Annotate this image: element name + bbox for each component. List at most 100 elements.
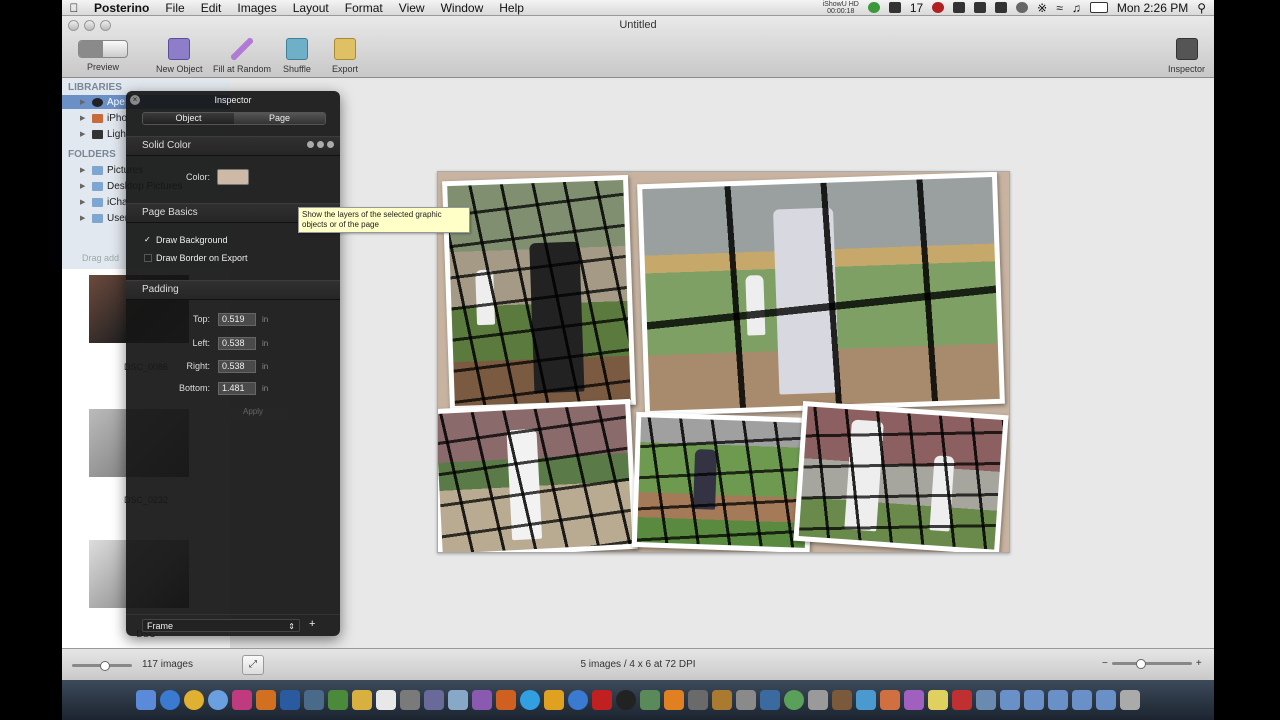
finder-icon[interactable] [136, 690, 156, 710]
libraries-header[interactable]: LIBRARIES [68, 82, 122, 93]
folder-icon[interactable] [1072, 690, 1092, 710]
new-object-button[interactable]: New Object [156, 38, 203, 74]
padding-bottom-field[interactable]: 1.481 [218, 382, 256, 395]
volume-icon[interactable]: ♫ [1072, 1, 1081, 15]
settings-icon[interactable] [327, 141, 334, 148]
dropbox-icon[interactable] [974, 2, 987, 13]
tab-page[interactable]: Page [234, 113, 325, 124]
pro-app-icon[interactable] [424, 690, 444, 710]
apple-menu-icon[interactable]:  [62, 1, 86, 15]
menu-images[interactable]: Images [229, 1, 284, 15]
photo-frame[interactable] [637, 172, 1005, 417]
photo-frame[interactable] [438, 398, 638, 552]
disclosure-icon[interactable]: ▶ [80, 98, 88, 106]
utility-icon[interactable] [736, 690, 756, 710]
battery-icon[interactable] [1089, 2, 1108, 13]
iphoto-icon[interactable] [640, 690, 660, 710]
add-layer-button[interactable]: + [309, 618, 315, 630]
color-well[interactable] [217, 169, 249, 185]
app-icon[interactable] [880, 690, 900, 710]
sidebar-item-iphoto[interactable]: ▶ iPho [80, 111, 127, 125]
imovie-icon[interactable] [688, 690, 708, 710]
record-status-icon[interactable] [867, 2, 880, 13]
folder-icon[interactable] [1048, 690, 1068, 710]
extension-icon[interactable] [953, 2, 966, 13]
app-icon[interactable] [832, 690, 852, 710]
padding-group[interactable]: Padding [126, 280, 340, 300]
tab-object[interactable]: Object [143, 113, 234, 124]
disclosure-icon[interactable]: ▶ [80, 130, 88, 138]
app-icon[interactable] [856, 690, 876, 710]
ishowu-status[interactable]: iShowU HD 00:00:18 [823, 1, 859, 15]
inspector-button[interactable]: Inspector [1168, 38, 1205, 74]
padding-top-field[interactable]: 0.519 [218, 313, 256, 326]
preview-button[interactable]: Preview [78, 38, 128, 72]
filezilla-icon[interactable] [592, 690, 612, 710]
preview-app-icon[interactable] [448, 690, 468, 710]
frame-popup[interactable]: Frame ⇕ [142, 619, 300, 632]
badge-count[interactable]: 17 [910, 1, 923, 15]
menu-format[interactable]: Format [337, 1, 391, 15]
app-status-icon[interactable] [932, 2, 945, 13]
photoshop-icon[interactable] [280, 690, 300, 710]
menu-file[interactable]: File [157, 1, 192, 15]
scripts-icon[interactable] [352, 690, 372, 710]
menu-app[interactable]: Posterino [86, 1, 157, 15]
padding-left-field[interactable]: 0.538 [218, 337, 256, 350]
display-icon[interactable] [995, 2, 1008, 13]
itunes-icon[interactable] [568, 690, 588, 710]
chrome-icon[interactable] [184, 690, 204, 710]
plus-icon[interactable] [317, 141, 324, 148]
menu-help[interactable]: Help [491, 1, 532, 15]
disclosure-icon[interactable]: ▶ [80, 198, 88, 206]
app-icon[interactable] [472, 690, 492, 710]
sidebar-item-ichat[interactable]: ▶ iCha [80, 195, 128, 209]
menu-window[interactable]: Window [433, 1, 492, 15]
sidebar-item-lightroom[interactable]: ▶ Ligh [80, 127, 126, 141]
vlc-icon[interactable] [664, 690, 684, 710]
app-icon[interactable] [760, 690, 780, 710]
clock[interactable]: Mon 2:26 PM [1117, 1, 1188, 15]
calendar-icon[interactable] [376, 690, 396, 710]
folder-icon[interactable] [1096, 690, 1116, 710]
skype-icon[interactable] [520, 690, 540, 710]
app-icon[interactable] [976, 690, 996, 710]
menu-edit[interactable]: Edit [193, 1, 230, 15]
garageband-icon[interactable] [712, 690, 732, 710]
photo-frame[interactable] [442, 174, 636, 412]
sidebar-item-user[interactable]: ▶ User [80, 211, 128, 225]
photo-frame[interactable] [793, 400, 1009, 552]
app-icon[interactable] [784, 690, 804, 710]
folder-icon[interactable] [1024, 690, 1044, 710]
zoom-out-icon[interactable]: − [1102, 658, 1108, 669]
draw-border-checkbox[interactable]: Draw Border on Export [144, 253, 248, 263]
bluetooth-icon[interactable]: ※ [1037, 1, 1047, 15]
zoom-slider[interactable] [1111, 659, 1192, 669]
cyberduck-icon[interactable] [544, 690, 564, 710]
indesign-icon[interactable] [232, 690, 252, 710]
time-machine-icon[interactable] [1016, 2, 1029, 13]
dreamweaver-icon[interactable] [328, 690, 348, 710]
draw-background-checkbox[interactable]: ✓ Draw Background [144, 235, 228, 245]
disclosure-icon[interactable]: ▶ [80, 166, 88, 174]
lightroom-icon[interactable] [304, 690, 324, 710]
solid-color-group[interactable]: Solid Color [126, 136, 340, 156]
disclosure-icon[interactable]: ▶ [80, 114, 88, 122]
safari-icon[interactable] [160, 690, 180, 710]
poster-canvas[interactable] [230, 79, 1214, 648]
stickies-icon[interactable] [928, 690, 948, 710]
aperture-icon[interactable] [616, 690, 636, 710]
photo-frame[interactable] [631, 411, 815, 552]
spotlight-icon[interactable]: ⚲ [1197, 1, 1206, 15]
address-book-icon[interactable] [400, 690, 420, 710]
export-button[interactable]: Export [332, 38, 358, 74]
transmit-icon[interactable] [496, 690, 516, 710]
fill-at-random-button[interactable]: Fill at Random [213, 38, 271, 74]
poster-page[interactable] [437, 171, 1010, 553]
app-icon[interactable] [952, 690, 972, 710]
disclosure-icon[interactable]: ▶ [80, 182, 88, 190]
app-icon[interactable] [904, 690, 924, 710]
apply-button[interactable]: Apply [218, 407, 288, 418]
menu-view[interactable]: View [391, 1, 433, 15]
calendar-icon[interactable] [888, 2, 901, 13]
